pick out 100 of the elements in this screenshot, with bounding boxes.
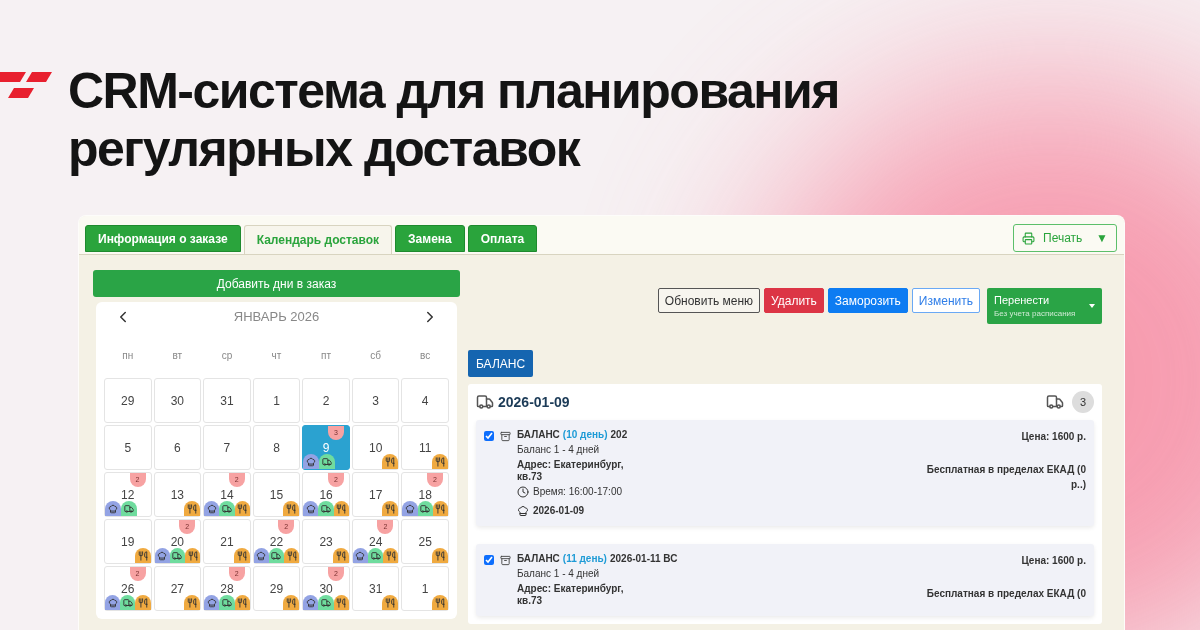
- day-number: 20: [170, 533, 185, 551]
- day-number: 24: [368, 533, 383, 551]
- weekday-label: вс: [419, 348, 432, 363]
- calendar-day[interactable]: 31: [203, 378, 251, 423]
- day-number: 16: [319, 486, 333, 504]
- day-number: 11: [418, 439, 432, 457]
- day-number: 8: [273, 439, 280, 457]
- calendar-day[interactable]: 29: [252, 566, 301, 611]
- day-number: 15: [269, 486, 284, 504]
- delivery-count: 3: [1072, 391, 1094, 413]
- action-button[interactable]: Заморозить: [827, 288, 908, 313]
- day-number: 31: [368, 580, 383, 598]
- day-number: 4: [421, 392, 429, 410]
- delivery-date: 2026-01-09: [498, 392, 570, 412]
- calendar-day[interactable]: 29: [104, 378, 152, 423]
- calendar-day[interactable]: 1: [252, 378, 301, 423]
- day-number: 12: [121, 486, 135, 504]
- calendar-day[interactable]: 2: [302, 378, 350, 423]
- day-number: 5: [124, 439, 132, 457]
- day-number: 6: [174, 439, 181, 457]
- calendar-day[interactable]: 21: [203, 519, 251, 564]
- day-number: 23: [319, 533, 333, 551]
- calendar-day[interactable]: 30: [153, 378, 202, 423]
- day-number: 22: [269, 533, 284, 551]
- day-number: 31: [220, 392, 234, 410]
- weekday-label: пт: [320, 348, 333, 363]
- action-button[interactable]: Изменить: [911, 288, 980, 313]
- address-text: Адрес: Екатеринбург, кв.73: [517, 583, 625, 607]
- clock-icon: [517, 486, 529, 498]
- logo-icon: [0, 72, 52, 98]
- program-title: БАЛАНС: [517, 429, 560, 441]
- calendar-day[interactable]: 31: [351, 566, 400, 611]
- program-date: 2026-01-11 ВС: [609, 553, 678, 565]
- printer-icon: [1022, 231, 1035, 245]
- print-label: Печать: [1043, 230, 1083, 247]
- calendar-day[interactable]: 1: [401, 566, 449, 611]
- truck-icon: [476, 393, 494, 411]
- delivery-checkbox[interactable]: [484, 431, 494, 441]
- day-number: 27: [170, 580, 185, 598]
- calendar-day[interactable]: 17: [351, 472, 400, 517]
- day-number: 30: [319, 580, 333, 598]
- time-text: Время: 16:00-17:00: [533, 486, 623, 498]
- weekday-label: сб: [369, 348, 382, 363]
- truck-icon: [1046, 393, 1064, 411]
- calendar-day[interactable]: 4: [401, 378, 449, 423]
- program-day: (10 день): [562, 429, 608, 441]
- headline: CRM-система для планирования: [68, 62, 839, 120]
- calendar-day[interactable]: 13: [153, 472, 202, 517]
- day-number: 7: [223, 439, 231, 457]
- calendar-day[interactable]: 10: [351, 425, 400, 470]
- day-number: 9: [322, 439, 330, 457]
- caret-icon: ▼: [1096, 229, 1108, 247]
- move-label: Перенести: [994, 292, 1050, 308]
- calendar-day[interactable]: 27: [153, 566, 202, 611]
- chef-hat-icon: [517, 505, 529, 517]
- day-number: 14: [220, 486, 234, 504]
- box-icon: [500, 555, 511, 566]
- day-number: 1: [421, 580, 429, 598]
- day-number: 10: [368, 439, 383, 457]
- calendar-day[interactable]: 15: [252, 472, 301, 517]
- box-icon: [500, 431, 511, 442]
- weekday-label: ср: [220, 348, 234, 363]
- price-text: Цена: 1600 р.: [1021, 430, 1086, 444]
- calendar-day[interactable]: 6: [153, 425, 202, 470]
- day-number: 17: [368, 486, 383, 504]
- calendar-day[interactable]: 11: [401, 425, 449, 470]
- action-button[interactable]: Обновить меню: [657, 288, 760, 313]
- calendar-day[interactable]: 7: [203, 425, 251, 470]
- plan-text: Баланс 1 - 4 дней: [517, 444, 601, 456]
- calendar-day[interactable]: 25: [401, 519, 449, 564]
- delivery-cost-text: Бесплатная в пределах ЕКАД (0 р..): [925, 463, 1086, 492]
- calendar-day[interactable]: 8: [252, 425, 301, 470]
- program-day: (11 день): [562, 553, 607, 565]
- day-number: 29: [121, 392, 135, 410]
- calendar-day[interactable]: 19: [104, 519, 152, 564]
- day-number: 3: [372, 392, 379, 410]
- day-number: 26: [121, 580, 135, 598]
- price-text: Цена: 1600 р.: [1021, 554, 1086, 568]
- day-number: 30: [170, 392, 185, 410]
- calendar-day[interactable]: 5: [104, 425, 152, 470]
- day-number: 2: [322, 392, 330, 410]
- move-sublabel: Без учета расписания: [994, 308, 1076, 321]
- weekday-label: вт: [171, 348, 184, 363]
- plan-text: Баланс 1 - 4 дней: [517, 568, 601, 580]
- delivery-checkbox[interactable]: [484, 555, 494, 565]
- day-number: 1: [273, 392, 280, 410]
- calendar-day[interactable]: 3: [351, 378, 400, 423]
- address-text: Адрес: Екатеринбург, кв.73: [517, 459, 625, 483]
- menu-date: 2026-01-09: [533, 505, 585, 517]
- day-number: 18: [418, 486, 432, 504]
- program-title: БАЛАНС: [517, 553, 560, 565]
- action-button[interactable]: Удалить: [764, 288, 824, 313]
- day-number: 21: [220, 533, 234, 551]
- weekday-label: пн: [121, 348, 135, 363]
- day-number: 28: [220, 580, 234, 598]
- program-button[interactable]: БАЛАНС: [468, 350, 534, 377]
- program-date: 202: [610, 429, 628, 441]
- day-number: 29: [269, 580, 284, 598]
- day-number: 13: [170, 486, 185, 504]
- calendar-day[interactable]: 23: [302, 519, 350, 564]
